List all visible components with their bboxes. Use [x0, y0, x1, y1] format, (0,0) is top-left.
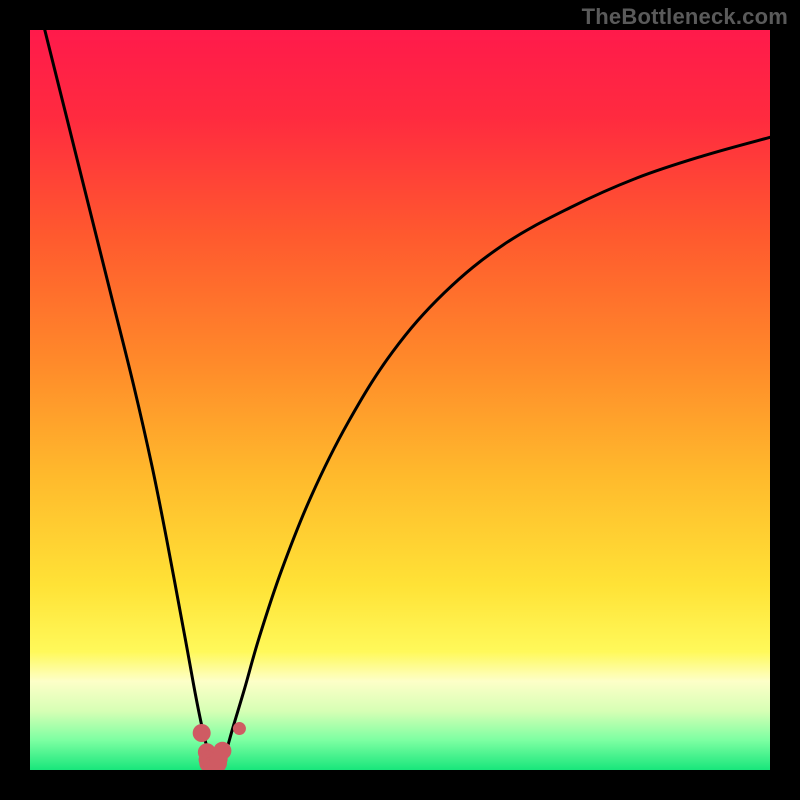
chart-svg	[30, 30, 770, 770]
gradient-background	[30, 30, 770, 770]
marker-point	[213, 742, 231, 760]
chart-plot-area	[30, 30, 770, 770]
marker-point	[193, 724, 211, 742]
watermark-text: TheBottleneck.com	[582, 4, 788, 30]
marker-point	[233, 722, 246, 735]
chart-frame: TheBottleneck.com	[0, 0, 800, 800]
